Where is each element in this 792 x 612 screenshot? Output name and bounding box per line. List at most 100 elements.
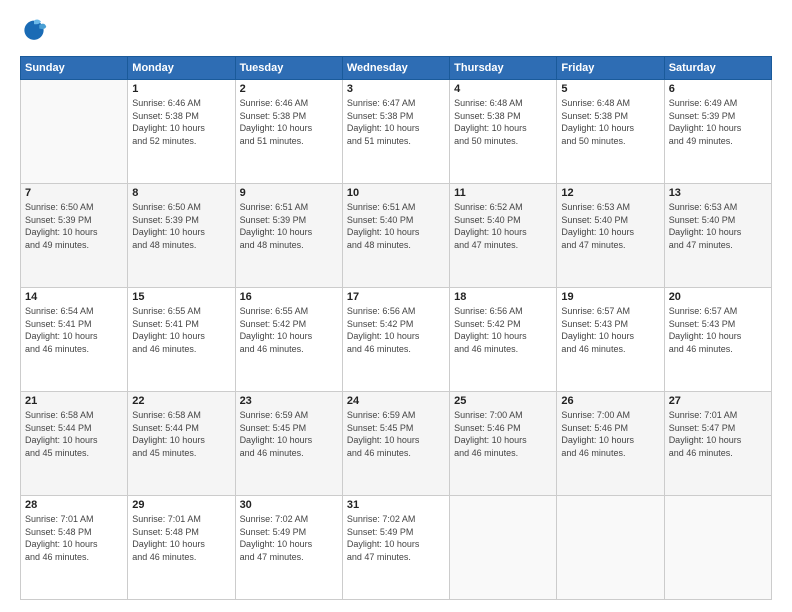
day-info: Sunrise: 6:54 AM Sunset: 5:41 PM Dayligh… xyxy=(25,305,123,355)
day-info: Sunrise: 6:49 AM Sunset: 5:39 PM Dayligh… xyxy=(669,97,767,147)
calendar-week-row: 1 Sunrise: 6:46 AM Sunset: 5:38 PM Daylig… xyxy=(21,80,772,184)
calendar-cell: 11 Sunrise: 6:52 AM Sunset: 5:40 PM Dayli… xyxy=(450,184,557,288)
calendar-cell xyxy=(557,496,664,600)
calendar-week-row: 14 Sunrise: 6:54 AM Sunset: 5:41 PM Dayli… xyxy=(21,288,772,392)
day-info: Sunrise: 6:57 AM Sunset: 5:43 PM Dayligh… xyxy=(561,305,659,355)
day-number: 9 xyxy=(240,187,338,199)
day-number: 19 xyxy=(561,291,659,303)
day-number: 4 xyxy=(454,83,552,95)
day-number: 18 xyxy=(454,291,552,303)
day-header-wednesday: Wednesday xyxy=(342,57,449,80)
day-info: Sunrise: 6:48 AM Sunset: 5:38 PM Dayligh… xyxy=(454,97,552,147)
day-header-tuesday: Tuesday xyxy=(235,57,342,80)
day-info: Sunrise: 6:48 AM Sunset: 5:38 PM Dayligh… xyxy=(561,97,659,147)
day-info: Sunrise: 6:57 AM Sunset: 5:43 PM Dayligh… xyxy=(669,305,767,355)
day-info: Sunrise: 6:56 AM Sunset: 5:42 PM Dayligh… xyxy=(454,305,552,355)
day-info: Sunrise: 6:51 AM Sunset: 5:39 PM Dayligh… xyxy=(240,201,338,251)
day-info: Sunrise: 6:53 AM Sunset: 5:40 PM Dayligh… xyxy=(669,201,767,251)
calendar-cell: 26 Sunrise: 7:00 AM Sunset: 5:46 PM Dayli… xyxy=(557,392,664,496)
day-info: Sunrise: 6:51 AM Sunset: 5:40 PM Dayligh… xyxy=(347,201,445,251)
day-info: Sunrise: 7:00 AM Sunset: 5:46 PM Dayligh… xyxy=(454,409,552,459)
calendar-cell: 5 Sunrise: 6:48 AM Sunset: 5:38 PM Daylig… xyxy=(557,80,664,184)
calendar-cell: 23 Sunrise: 6:59 AM Sunset: 5:45 PM Dayli… xyxy=(235,392,342,496)
day-info: Sunrise: 7:01 AM Sunset: 5:48 PM Dayligh… xyxy=(25,513,123,563)
day-info: Sunrise: 6:55 AM Sunset: 5:41 PM Dayligh… xyxy=(132,305,230,355)
day-info: Sunrise: 6:46 AM Sunset: 5:38 PM Dayligh… xyxy=(240,97,338,147)
calendar-cell xyxy=(21,80,128,184)
calendar-cell: 8 Sunrise: 6:50 AM Sunset: 5:39 PM Daylig… xyxy=(128,184,235,288)
day-header-friday: Friday xyxy=(557,57,664,80)
day-info: Sunrise: 6:50 AM Sunset: 5:39 PM Dayligh… xyxy=(132,201,230,251)
calendar-header-row: SundayMondayTuesdayWednesdayThursdayFrid… xyxy=(21,57,772,80)
calendar-cell: 25 Sunrise: 7:00 AM Sunset: 5:46 PM Dayli… xyxy=(450,392,557,496)
day-number: 15 xyxy=(132,291,230,303)
calendar-cell: 19 Sunrise: 6:57 AM Sunset: 5:43 PM Dayli… xyxy=(557,288,664,392)
calendar-cell: 4 Sunrise: 6:48 AM Sunset: 5:38 PM Daylig… xyxy=(450,80,557,184)
calendar-cell: 30 Sunrise: 7:02 AM Sunset: 5:49 PM Dayli… xyxy=(235,496,342,600)
calendar-week-row: 7 Sunrise: 6:50 AM Sunset: 5:39 PM Daylig… xyxy=(21,184,772,288)
calendar-cell: 17Sunrise: 6:56 AM Sunset: 5:42 PM Dayli… xyxy=(342,288,449,392)
calendar-table: SundayMondayTuesdayWednesdayThursdayFrid… xyxy=(20,56,772,600)
calendar-cell: 10 Sunrise: 6:51 AM Sunset: 5:40 PM Dayli… xyxy=(342,184,449,288)
calendar-cell: 9 Sunrise: 6:51 AM Sunset: 5:39 PM Daylig… xyxy=(235,184,342,288)
day-number: 7 xyxy=(25,187,123,199)
day-number: 28 xyxy=(25,499,123,511)
day-info: Sunrise: 7:02 AM Sunset: 5:49 PM Dayligh… xyxy=(347,513,445,563)
calendar-cell: 18 Sunrise: 6:56 AM Sunset: 5:42 PM Dayli… xyxy=(450,288,557,392)
calendar-cell: 20Sunrise: 6:57 AM Sunset: 5:43 PM Dayli… xyxy=(664,288,771,392)
day-info: Sunrise: 6:58 AM Sunset: 5:44 PM Dayligh… xyxy=(25,409,123,459)
day-number: 21 xyxy=(25,395,123,407)
calendar-cell: 6 Sunrise: 6:49 AM Sunset: 5:39 PM Daylig… xyxy=(664,80,771,184)
day-number: 2 xyxy=(240,83,338,95)
day-number: 22 xyxy=(132,395,230,407)
day-number: 1 xyxy=(132,83,230,95)
day-info: Sunrise: 6:47 AM Sunset: 5:38 PM Dayligh… xyxy=(347,97,445,147)
calendar-cell: 16Sunrise: 6:55 AM Sunset: 5:42 PM Dayli… xyxy=(235,288,342,392)
day-number: 8 xyxy=(132,187,230,199)
day-info: Sunrise: 7:02 AM Sunset: 5:49 PM Dayligh… xyxy=(240,513,338,563)
day-header-thursday: Thursday xyxy=(450,57,557,80)
day-header-saturday: Saturday xyxy=(664,57,771,80)
day-number: 5 xyxy=(561,83,659,95)
day-number: 31 xyxy=(347,499,445,511)
day-number: 26 xyxy=(561,395,659,407)
day-info: Sunrise: 6:58 AM Sunset: 5:44 PM Dayligh… xyxy=(132,409,230,459)
day-number: 10 xyxy=(347,187,445,199)
day-header-monday: Monday xyxy=(128,57,235,80)
calendar-cell: 13Sunrise: 6:53 AM Sunset: 5:40 PM Dayli… xyxy=(664,184,771,288)
day-number: 24 xyxy=(347,395,445,407)
calendar-cell: 3Sunrise: 6:47 AM Sunset: 5:38 PM Daylig… xyxy=(342,80,449,184)
calendar-cell: 1 Sunrise: 6:46 AM Sunset: 5:38 PM Daylig… xyxy=(128,80,235,184)
logo-icon xyxy=(20,18,48,46)
calendar-week-row: 28 Sunrise: 7:01 AM Sunset: 5:48 PM Dayli… xyxy=(21,496,772,600)
day-number: 23 xyxy=(240,395,338,407)
day-info: Sunrise: 6:56 AM Sunset: 5:42 PM Dayligh… xyxy=(347,305,445,355)
day-header-sunday: Sunday xyxy=(21,57,128,80)
day-number: 11 xyxy=(454,187,552,199)
day-info: Sunrise: 7:01 AM Sunset: 5:47 PM Dayligh… xyxy=(669,409,767,459)
day-number: 6 xyxy=(669,83,767,95)
day-info: Sunrise: 7:00 AM Sunset: 5:46 PM Dayligh… xyxy=(561,409,659,459)
calendar-cell: 7 Sunrise: 6:50 AM Sunset: 5:39 PM Daylig… xyxy=(21,184,128,288)
calendar-cell: 29Sunrise: 7:01 AM Sunset: 5:48 PM Dayli… xyxy=(128,496,235,600)
day-number: 29 xyxy=(132,499,230,511)
day-number: 25 xyxy=(454,395,552,407)
day-info: Sunrise: 6:46 AM Sunset: 5:38 PM Dayligh… xyxy=(132,97,230,147)
calendar-cell: 12 Sunrise: 6:53 AM Sunset: 5:40 PM Dayli… xyxy=(557,184,664,288)
calendar-week-row: 21 Sunrise: 6:58 AM Sunset: 5:44 PM Dayli… xyxy=(21,392,772,496)
day-info: Sunrise: 6:52 AM Sunset: 5:40 PM Dayligh… xyxy=(454,201,552,251)
calendar-cell xyxy=(664,496,771,600)
day-number: 12 xyxy=(561,187,659,199)
day-number: 14 xyxy=(25,291,123,303)
day-info: Sunrise: 6:50 AM Sunset: 5:39 PM Dayligh… xyxy=(25,201,123,251)
day-number: 30 xyxy=(240,499,338,511)
calendar-cell: 31 Sunrise: 7:02 AM Sunset: 5:49 PM Dayli… xyxy=(342,496,449,600)
day-info: Sunrise: 6:53 AM Sunset: 5:40 PM Dayligh… xyxy=(561,201,659,251)
day-info: Sunrise: 6:59 AM Sunset: 5:45 PM Dayligh… xyxy=(347,409,445,459)
calendar-cell: 2 Sunrise: 6:46 AM Sunset: 5:38 PM Daylig… xyxy=(235,80,342,184)
day-info: Sunrise: 6:59 AM Sunset: 5:45 PM Dayligh… xyxy=(240,409,338,459)
calendar-cell: 28 Sunrise: 7:01 AM Sunset: 5:48 PM Dayli… xyxy=(21,496,128,600)
calendar-cell: 21 Sunrise: 6:58 AM Sunset: 5:44 PM Dayli… xyxy=(21,392,128,496)
header xyxy=(20,18,772,46)
calendar-cell: 27Sunrise: 7:01 AM Sunset: 5:47 PM Dayli… xyxy=(664,392,771,496)
